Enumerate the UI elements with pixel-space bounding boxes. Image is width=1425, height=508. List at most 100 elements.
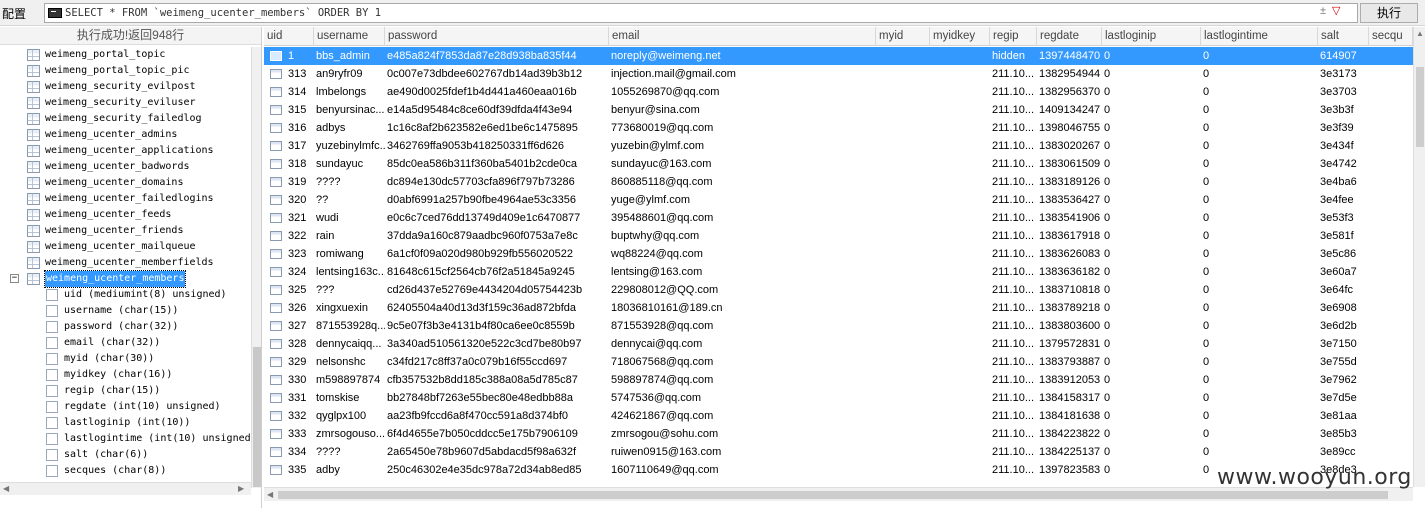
cell-email[interactable]: dennycai@qq.com <box>609 335 876 353</box>
cell-secqu[interactable] <box>1369 209 1413 227</box>
column-header-myid[interactable]: myid <box>876 27 930 46</box>
tree-table-item[interactable]: weimeng_ucenter_badwords <box>0 159 250 175</box>
cell-secqu[interactable] <box>1369 47 1413 65</box>
cell-myidkey[interactable] <box>930 83 990 101</box>
table-row[interactable]: 319???? dc894e130dc57703cfa896f797b73286 8… <box>264 173 1413 191</box>
table-row[interactable]: 313 an9ryfr09 0c007e73dbdee602767db14ad39b… <box>264 65 1413 83</box>
cell-regip[interactable]: 211.10... <box>990 407 1037 425</box>
cell-myidkey[interactable] <box>930 173 990 191</box>
cell-myidkey[interactable] <box>930 137 990 155</box>
cell-email[interactable]: ruiwen0915@163.com <box>609 443 876 461</box>
cell-secqu[interactable] <box>1369 101 1413 119</box>
cell-myid[interactable] <box>876 263 930 281</box>
cell-myid[interactable] <box>876 191 930 209</box>
cell-regip[interactable]: 211.10... <box>990 443 1037 461</box>
cell-regdate[interactable]: 1397448470 <box>1037 47 1102 65</box>
cell-lastloginip[interactable]: 0 <box>1102 173 1201 191</box>
cell-username[interactable]: adbys <box>314 119 385 137</box>
cell-secqu[interactable] <box>1369 317 1413 335</box>
column-header-email[interactable]: email <box>609 27 876 46</box>
cell-lastloginip[interactable]: 0 <box>1102 119 1201 137</box>
column-header-lastlogintime[interactable]: lastlogintime <box>1201 27 1318 46</box>
cell-lastloginip[interactable]: 0 <box>1102 389 1201 407</box>
cell-email[interactable]: yuzebin@ylmf.com <box>609 137 876 155</box>
cell-username[interactable]: ??? <box>314 281 385 299</box>
table-row[interactable]: 333 zmrsogouso... 6f4d4655e7b050cddcc5e175… <box>264 425 1413 443</box>
cell-myid[interactable] <box>876 299 930 317</box>
cell-uid[interactable]: 318 <box>286 155 314 173</box>
cell-email[interactable]: 18036810161@189.cn <box>609 299 876 317</box>
cell-regdate[interactable]: 1379572831 <box>1037 335 1102 353</box>
cell-email[interactable]: 860885118@qq.com <box>609 173 876 191</box>
cell-regip[interactable]: 211.10... <box>990 281 1037 299</box>
cell-salt[interactable]: 614907 <box>1318 47 1369 65</box>
cell-myid[interactable] <box>876 83 930 101</box>
cell-lastlogintime[interactable]: 0 <box>1201 389 1318 407</box>
cell-secqu[interactable] <box>1369 389 1413 407</box>
cell-myidkey[interactable] <box>930 263 990 281</box>
cell-regdate[interactable]: 1383189126 <box>1037 173 1102 191</box>
cell-secqu[interactable] <box>1369 137 1413 155</box>
cell-secqu[interactable] <box>1369 443 1413 461</box>
table-row[interactable]: 325??? cd26d437e52769e4434204d05754423b 22… <box>264 281 1413 299</box>
cell-secqu[interactable] <box>1369 245 1413 263</box>
cell-secqu[interactable] <box>1369 83 1413 101</box>
cell-password[interactable]: 37dda9a160c879aadbc960f0753a7e8c <box>385 227 609 245</box>
column-header-secqu[interactable]: secqu <box>1369 27 1413 46</box>
tree-table-item[interactable]: weimeng_portal_topic_pic <box>0 63 250 79</box>
cell-secqu[interactable] <box>1369 173 1413 191</box>
cell-salt[interactable]: 3e3b3f <box>1318 101 1369 119</box>
cell-regdate[interactable]: 1382954944 <box>1037 65 1102 83</box>
cell-lastloginip[interactable]: 0 <box>1102 299 1201 317</box>
cell-password[interactable]: e0c6c7ced76dd13749d409e1c6470877 <box>385 209 609 227</box>
cell-lastlogintime[interactable]: 0 <box>1201 299 1318 317</box>
cell-regip[interactable]: 211.10... <box>990 101 1037 119</box>
cell-lastlogintime[interactable]: 0 <box>1201 263 1318 281</box>
table-row[interactable]: 314 lmbelongs ae490d0025fdef1b4d441a460eaa… <box>264 83 1413 101</box>
cell-uid[interactable]: 322 <box>286 227 314 245</box>
cell-myidkey[interactable] <box>930 407 990 425</box>
cell-regip[interactable]: 211.10... <box>990 335 1037 353</box>
cell-myid[interactable] <box>876 425 930 443</box>
cell-myid[interactable] <box>876 461 930 479</box>
cell-myid[interactable] <box>876 371 930 389</box>
cell-lastlogintime[interactable]: 0 <box>1201 137 1318 155</box>
cell-myidkey[interactable] <box>930 371 990 389</box>
cell-salt[interactable]: 3e7962 <box>1318 371 1369 389</box>
cell-lastloginip[interactable]: 0 <box>1102 335 1201 353</box>
cell-password[interactable]: 6a1cf0f09a020d980b929fb556020522 <box>385 245 609 263</box>
cell-lastlogintime[interactable]: 0 <box>1201 407 1318 425</box>
cell-username[interactable]: bbs_admin <box>314 47 385 65</box>
cell-regdate[interactable]: 1384225137 <box>1037 443 1102 461</box>
cell-password[interactable]: 2a65450e78b9607d5abdacd5f98a632f <box>385 443 609 461</box>
table-row[interactable]: 323 romiwang 6a1cf0f09a020d980b929fb556020… <box>264 245 1413 263</box>
tree-table-item[interactable]: weimeng_ucenter_memberfields <box>0 255 250 271</box>
cell-myidkey[interactable] <box>930 119 990 137</box>
cell-password[interactable]: e485a824f7853da87e28d938ba835f44 <box>385 47 609 65</box>
cell-username[interactable]: ???? <box>314 173 385 191</box>
tree-column-item[interactable]: email (char(32)) <box>0 335 250 351</box>
cell-myidkey[interactable] <box>930 101 990 119</box>
cell-email[interactable]: 773680019@qq.com <box>609 119 876 137</box>
dropdown-icon[interactable]: ▽ <box>1332 5 1340 17</box>
cell-email[interactable]: sundayuc@163.com <box>609 155 876 173</box>
cell-email[interactable]: injection.mail@gmail.com <box>609 65 876 83</box>
cell-username[interactable]: lmbelongs <box>314 83 385 101</box>
cell-secqu[interactable] <box>1369 353 1413 371</box>
cell-myid[interactable] <box>876 65 930 83</box>
cell-uid[interactable]: 314 <box>286 83 314 101</box>
cell-regdate[interactable]: 1383789218 <box>1037 299 1102 317</box>
cell-lastloginip[interactable]: 0 <box>1102 101 1201 119</box>
tree-horizontal-scrollbar[interactable]: ◀ ▶ <box>0 482 251 495</box>
cell-lastloginip[interactable]: 0 <box>1102 209 1201 227</box>
cell-myid[interactable] <box>876 443 930 461</box>
cell-email[interactable]: zmrsogou@sohu.com <box>609 425 876 443</box>
cell-uid[interactable]: 315 <box>286 101 314 119</box>
table-row[interactable]: 329 nelsonshc c34fd217c8ff37a0c079b16f55cc… <box>264 353 1413 371</box>
cell-lastloginip[interactable]: 0 <box>1102 443 1201 461</box>
cell-secqu[interactable] <box>1369 191 1413 209</box>
cell-regip[interactable]: 211.10... <box>990 461 1037 479</box>
cell-salt[interactable]: 3e81aa <box>1318 407 1369 425</box>
cell-salt[interactable]: 3e60a7 <box>1318 263 1369 281</box>
cell-uid[interactable]: 320 <box>286 191 314 209</box>
